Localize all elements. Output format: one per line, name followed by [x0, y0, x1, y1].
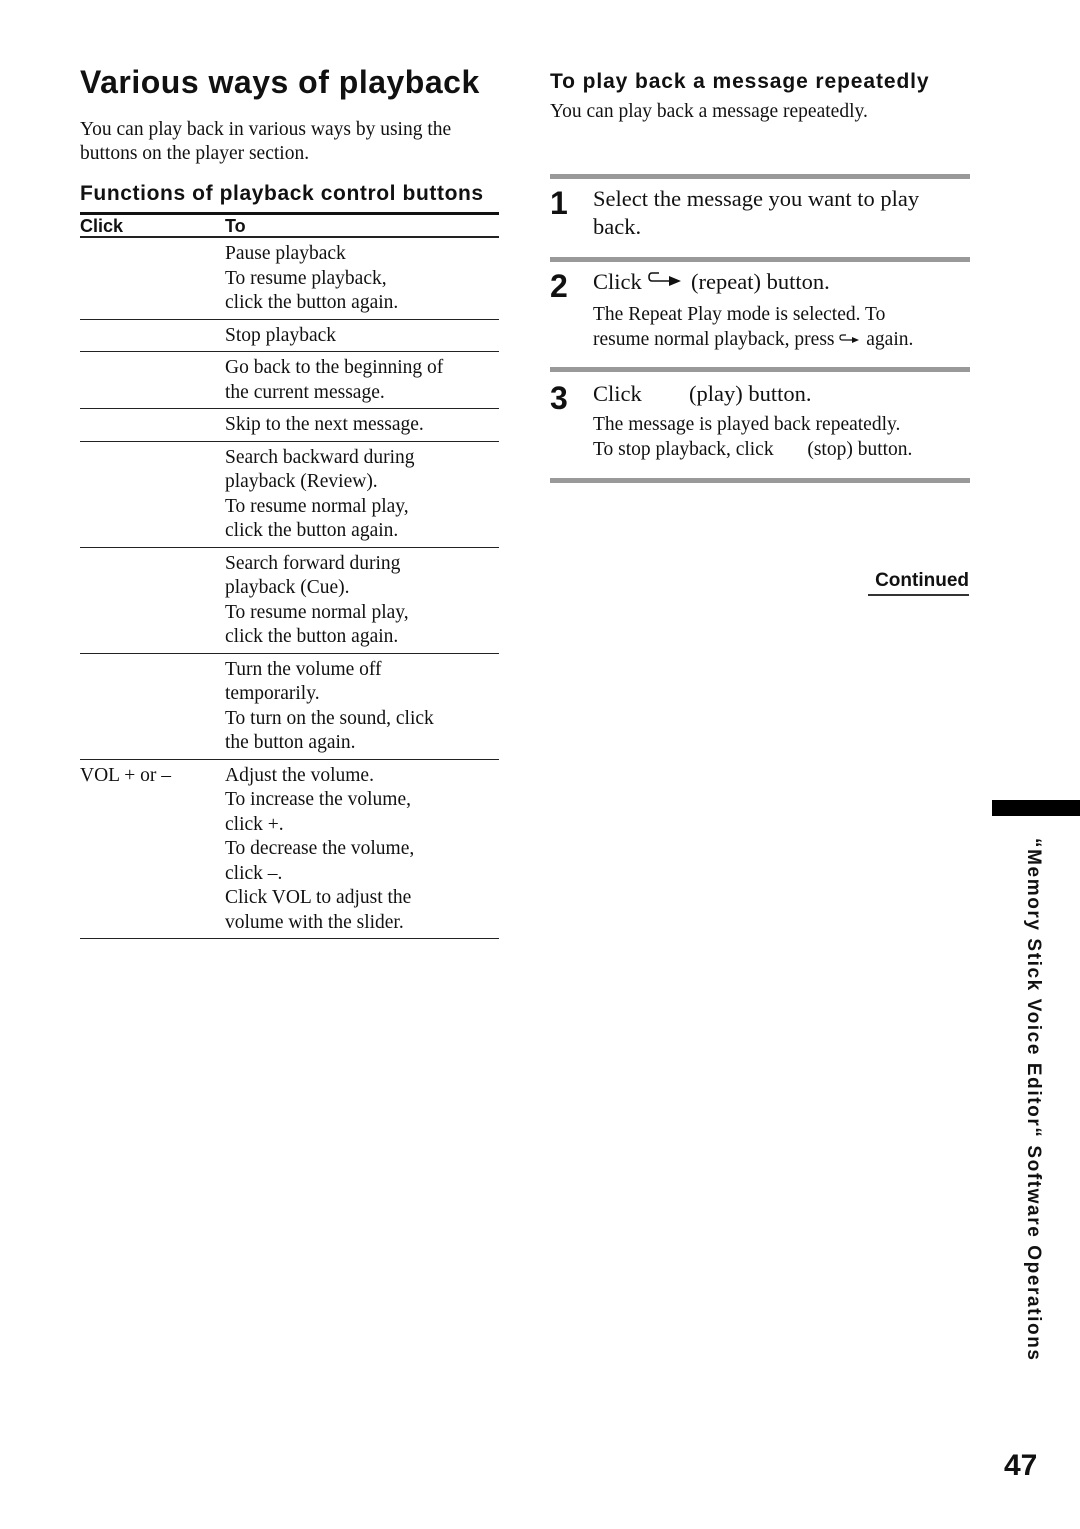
functions-table-body: Pause playback To resume playback, click t… [80, 237, 499, 939]
description-line: Search backward during [225, 446, 415, 468]
functions-title: Functions of playback control buttons [80, 182, 484, 205]
description-line: Click VOL to adjust the [225, 887, 412, 908]
step-note-suffix: (stop) button. [807, 439, 913, 461]
to-cell: Search forward during playback (Cue). To r… [225, 547, 499, 654]
click-cell: VOL + or – [80, 759, 225, 939]
description-line: Pause playback [225, 243, 346, 264]
table-row: Stop playback [80, 319, 499, 352]
table-row: Search backward during playback (Review).… [80, 441, 499, 548]
description-line: To resume normal play, [225, 601, 409, 623]
description-line: To increase the volume, [225, 789, 411, 810]
to-cell: Go back to the beginning of the current m… [225, 351, 499, 409]
description-line: To resume normal play, [225, 495, 409, 517]
step-3: 3 Click (play) button. The message is pl… [550, 380, 970, 462]
step-number: 3 [550, 380, 568, 417]
step-note-prefix: To stop playback, click [593, 439, 774, 461]
step-note-prefix: resume normal playback, press [593, 329, 835, 351]
step-divider [550, 367, 970, 373]
description-line: Adjust the volume. [225, 764, 374, 786]
step-text-prefix: Click [593, 269, 642, 294]
description-line: click the button again. [225, 292, 399, 313]
step-instruction: Select the message you want to play back… [593, 186, 920, 239]
step-instruction: Click (repeat) button. [593, 268, 970, 298]
description-line: click +. [225, 813, 284, 835]
header-click: Click [80, 213, 225, 238]
table-row: Go back to the beginning of the current m… [80, 351, 499, 409]
step-1: 1 Select the message you want to play ba… [550, 185, 970, 241]
click-cell [80, 441, 225, 548]
repeat-icon [839, 328, 861, 353]
description-line: Skip to the next message. [225, 414, 424, 435]
functions-table: Click To Pause playback To resume playbac… [80, 212, 499, 939]
description-line: Turn the volume off [225, 658, 382, 680]
step-number: 2 [550, 268, 568, 304]
description-line: click the button again. [225, 520, 399, 541]
step-text-prefix: Click [593, 381, 642, 407]
continued-label: Continued [868, 570, 969, 596]
table-row: Pause playback To resume playback, click t… [80, 237, 499, 320]
description-line: click the button again. [225, 626, 399, 647]
to-cell: Skip to the next message. [225, 408, 499, 442]
repeat-icon [647, 269, 685, 298]
to-cell: Pause playback To resume playback, click t… [225, 237, 499, 320]
to-cell: Stop playback [225, 319, 499, 352]
click-cell [80, 408, 225, 442]
step-2: 2 Click (repeat) button. The Repeat Play… [550, 268, 970, 353]
description-line: playback (Cue). [225, 577, 350, 598]
description-line: Stop playback [225, 324, 337, 346]
click-cell [80, 653, 225, 760]
click-cell [80, 237, 225, 320]
step-divider [550, 478, 970, 484]
step-instruction: Click (play) button. [593, 380, 970, 408]
description-line: To resume playback, [225, 267, 387, 289]
description-line: the button again. [225, 732, 356, 753]
click-cell [80, 351, 225, 409]
page-title: Various ways of playback [80, 64, 480, 100]
repeat-intro: You can play back a message repeatedly. [550, 101, 868, 122]
step-text-suffix: (repeat) button. [691, 269, 830, 294]
step-note-line: The message is played back repeatedly. [593, 414, 901, 436]
header-to: To [225, 213, 499, 238]
intro-text: You can play back in various ways by usi… [80, 119, 452, 164]
click-cell [80, 547, 225, 654]
repeat-section-title: To play back a message repeatedly [550, 70, 930, 93]
description-line: Go back to the beginning of [225, 357, 444, 378]
right-column: To play back a message repeatedly You ca… [550, 68, 970, 484]
to-cell: Search backward during playback (Review).… [225, 441, 499, 548]
description-line: volume with the slider. [225, 911, 404, 933]
step-text-suffix: (play) button. [689, 381, 812, 407]
table-row: Search forward during playback (Cue). To r… [80, 547, 499, 654]
to-cell: Turn the volume off temporarily. To turn o… [225, 653, 499, 760]
description-line: To turn on the sound, click [225, 707, 434, 729]
side-tab-text: “Memory Stick Voice Editor“ Software Ope… [1023, 838, 1044, 1362]
description-line: the current message. [225, 381, 385, 403]
table-row: VOL + or – Adjust the volume. To increase … [80, 759, 499, 939]
description-line: To decrease the volume, [225, 838, 415, 859]
step-note: The Repeat Play mode is selected. To res… [593, 302, 970, 353]
step-divider [550, 174, 970, 179]
step-note-suffix: again. [866, 329, 914, 351]
table-row: Turn the volume off temporarily. To turn o… [80, 653, 499, 760]
to-cell: Adjust the volume. To increase the volume… [225, 759, 499, 939]
step-divider [550, 257, 970, 262]
side-tab-bar [992, 800, 1080, 816]
description-line: temporarily. [225, 683, 320, 704]
step-note-line: The Repeat Play mode is selected. To [593, 304, 886, 326]
page-number: 47 [1004, 1449, 1038, 1482]
left-column: Various ways of playback You can play ba… [80, 62, 500, 939]
click-cell [80, 319, 225, 352]
table-row: Skip to the next message. [80, 408, 499, 442]
description-line: playback (Review). [225, 471, 378, 492]
description-line: click –. [225, 862, 283, 884]
step-number: 1 [550, 185, 568, 221]
description-line: Search forward during [225, 552, 401, 574]
step-note: The message is played back repeatedly. T… [593, 412, 970, 462]
table-header-row: Click To [80, 213, 499, 238]
